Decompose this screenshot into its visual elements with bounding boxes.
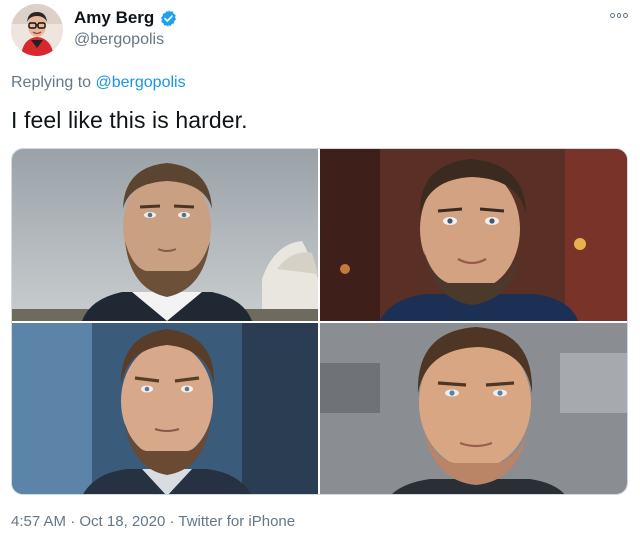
replying-to-label: Replying to xyxy=(11,74,92,91)
avatar-image xyxy=(11,4,63,56)
tweet: Amy Berg @bergopolis Replying to @bergop… xyxy=(0,0,640,538)
photo-1[interactable] xyxy=(12,149,318,321)
display-name[interactable]: Amy Berg xyxy=(74,8,154,28)
more-options-icon[interactable] xyxy=(610,10,629,20)
photo-1-image xyxy=(12,149,318,321)
photo-4-image xyxy=(320,323,627,494)
replying-to-handle-link[interactable]: @bergopolis xyxy=(96,74,186,91)
tweet-source[interactable]: Twitter for iPhone xyxy=(178,513,295,530)
photo-2-image xyxy=(320,149,627,321)
tweet-meta: 4:57 AM · Oct 18, 2020 · Twitter for iPh… xyxy=(11,513,295,530)
avatar[interactable] xyxy=(11,4,63,56)
tweet-time[interactable]: 4:57 AM xyxy=(11,513,66,530)
author-handle[interactable]: @bergopolis xyxy=(74,31,178,49)
photo-3-image xyxy=(12,323,318,494)
photo-2[interactable] xyxy=(320,149,627,321)
meta-separator-1: · xyxy=(70,513,76,530)
tweet-text: I feel like this is harder. xyxy=(11,107,248,133)
photo-3[interactable] xyxy=(12,323,318,494)
verified-badge-icon xyxy=(161,9,177,27)
tweet-date[interactable]: Oct 18, 2020 xyxy=(79,513,165,530)
media-grid xyxy=(11,148,628,495)
author-block: Amy Berg @bergopolis xyxy=(74,7,178,49)
replying-to-line: Replying to @bergopolis xyxy=(11,74,186,92)
meta-separator-2: · xyxy=(169,513,175,530)
photo-4[interactable] xyxy=(320,323,627,494)
name-row: Amy Berg xyxy=(74,7,178,29)
